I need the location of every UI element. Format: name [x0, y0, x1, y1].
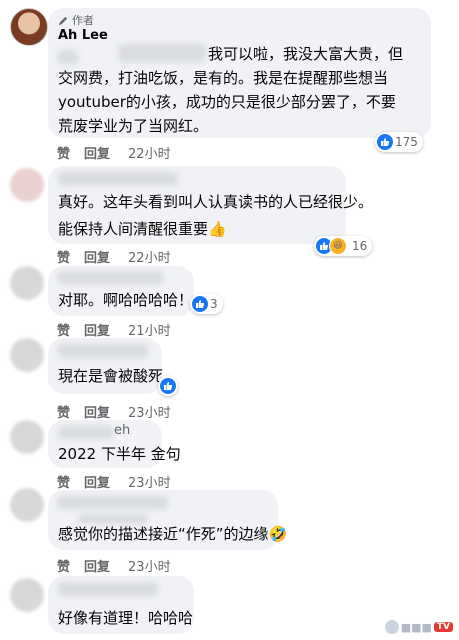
- comment-text-line: youtuber的小孩，成功的只是很少部分罢了，不要: [58, 93, 396, 111]
- reaction-count[interactable]: 175: [375, 132, 423, 152]
- commenter-name-fragment: eh: [114, 423, 131, 438]
- avatar[interactable]: [10, 8, 48, 46]
- like-icon: [160, 378, 176, 394]
- like-button[interactable]: 赞: [57, 402, 70, 421]
- reaction-count-label: 3: [210, 297, 218, 311]
- reply-button[interactable]: 回复: [84, 143, 110, 162]
- like-button[interactable]: 赞: [57, 472, 70, 491]
- author-badge: 作者: [58, 12, 94, 28]
- avatar[interactable]: [10, 488, 44, 522]
- reply-button[interactable]: 回复: [84, 472, 110, 491]
- pencil-icon: [58, 16, 68, 25]
- like-button[interactable]: 赞: [57, 320, 70, 339]
- comment-text-line: 2022 下半年 金句: [58, 445, 181, 463]
- comment-bubble: 現在是會被酸死: [48, 338, 163, 394]
- commenter-name[interactable]: Ah Lee: [58, 28, 108, 43]
- reply-button[interactable]: 回复: [84, 320, 110, 339]
- author-badge-label: 作者: [72, 14, 94, 27]
- comment-bubble: eh 2022 下半年 金句: [48, 420, 181, 468]
- like-button[interactable]: 赞: [57, 247, 70, 266]
- timestamp[interactable]: 23小时: [128, 472, 171, 491]
- comment-text-line: 真好。这年头看到叫人认真读书的人已经很少。: [58, 193, 374, 211]
- comment-text-line: 能保持人间清醒很重要👍: [58, 220, 227, 238]
- blurred-name: [58, 344, 148, 358]
- blurred-name: [58, 582, 158, 596]
- avatar[interactable]: [10, 168, 44, 202]
- watermark-logo: ■■■ TV: [384, 620, 453, 634]
- comment-actions: 赞 回复 23小时: [57, 472, 171, 491]
- blurred-name: [58, 271, 163, 284]
- comment-text-line: 好像有道理！哈哈哈: [58, 609, 194, 627]
- comment-text: 現在是會被酸死: [58, 367, 164, 385]
- avatar[interactable]: [10, 338, 44, 372]
- comment-bubble: 好像有道理！哈哈哈: [48, 576, 194, 634]
- reaction-count[interactable]: 3: [190, 294, 223, 314]
- timestamp[interactable]: 23小时: [128, 402, 171, 421]
- comment-text-line: 我可以啦，我没大富大贵，但: [208, 45, 404, 63]
- comment-text-line: 現在是會被酸死: [58, 364, 163, 388]
- avatar[interactable]: [10, 578, 44, 612]
- timestamp[interactable]: 21小时: [128, 320, 171, 339]
- comment-text-line: 荒废学业为了当网红。: [58, 117, 209, 135]
- watermark-icon: [384, 620, 399, 634]
- haha-icon: 😆: [329, 237, 347, 255]
- avatar[interactable]: [10, 420, 44, 454]
- comment-bubble: 作者 Ah Lee 我可以啦，我没大富大贵，但 交网费，打油吃饭，是有的。我是在…: [48, 8, 431, 138]
- reaction-count-label: 16: [352, 239, 368, 253]
- blurred-name: [58, 172, 178, 186]
- like-icon: [192, 296, 208, 312]
- comment-actions: 赞 回复 22小时: [57, 143, 171, 162]
- comment-bubble: 对耶。啊哈哈哈哈！: [48, 266, 194, 316]
- timestamp[interactable]: 22小时: [128, 247, 171, 266]
- comment-bubble: 感觉你的描述接近“作死”的边缘🤣: [48, 490, 287, 550]
- comment-actions: 赞 回复 23小时: [57, 402, 171, 421]
- reply-button[interactable]: 回复: [84, 556, 110, 575]
- blurred-name: [58, 426, 113, 439]
- watermark-tv-badge: TV: [433, 622, 453, 632]
- blurred-text: [58, 50, 78, 64]
- reaction-badge[interactable]: [158, 376, 178, 396]
- reaction-count-label: 175: [395, 135, 418, 149]
- comment-actions: 赞 回复 23小时: [57, 556, 171, 575]
- comment-actions: 赞 回复 22小时: [57, 247, 171, 266]
- reaction-count[interactable]: 😆 16: [314, 236, 373, 256]
- comment-text-line: 对耶。啊哈哈哈哈！: [58, 291, 194, 309]
- blurred-text: [118, 44, 206, 62]
- blurred-name: [58, 496, 168, 509]
- reply-button[interactable]: 回复: [84, 247, 110, 266]
- comment-actions: 赞 回复 21小时: [57, 320, 171, 339]
- avatar[interactable]: [10, 266, 44, 300]
- comment-text-line: 交网费，打油吃饭，是有的。我是在提醒那些想当: [58, 69, 389, 87]
- reply-button[interactable]: 回复: [84, 402, 110, 421]
- like-button[interactable]: 赞: [57, 556, 70, 575]
- like-icon: [377, 134, 393, 150]
- timestamp[interactable]: 23小时: [128, 556, 171, 575]
- like-button[interactable]: 赞: [57, 143, 70, 162]
- comment-text-line: 感觉你的描述接近“作死”的边缘🤣: [58, 525, 288, 543]
- timestamp[interactable]: 22小时: [128, 143, 171, 162]
- comment-bubble: 真好。这年头看到叫人认真读书的人已经很少。 能保持人间清醒很重要👍: [48, 166, 373, 244]
